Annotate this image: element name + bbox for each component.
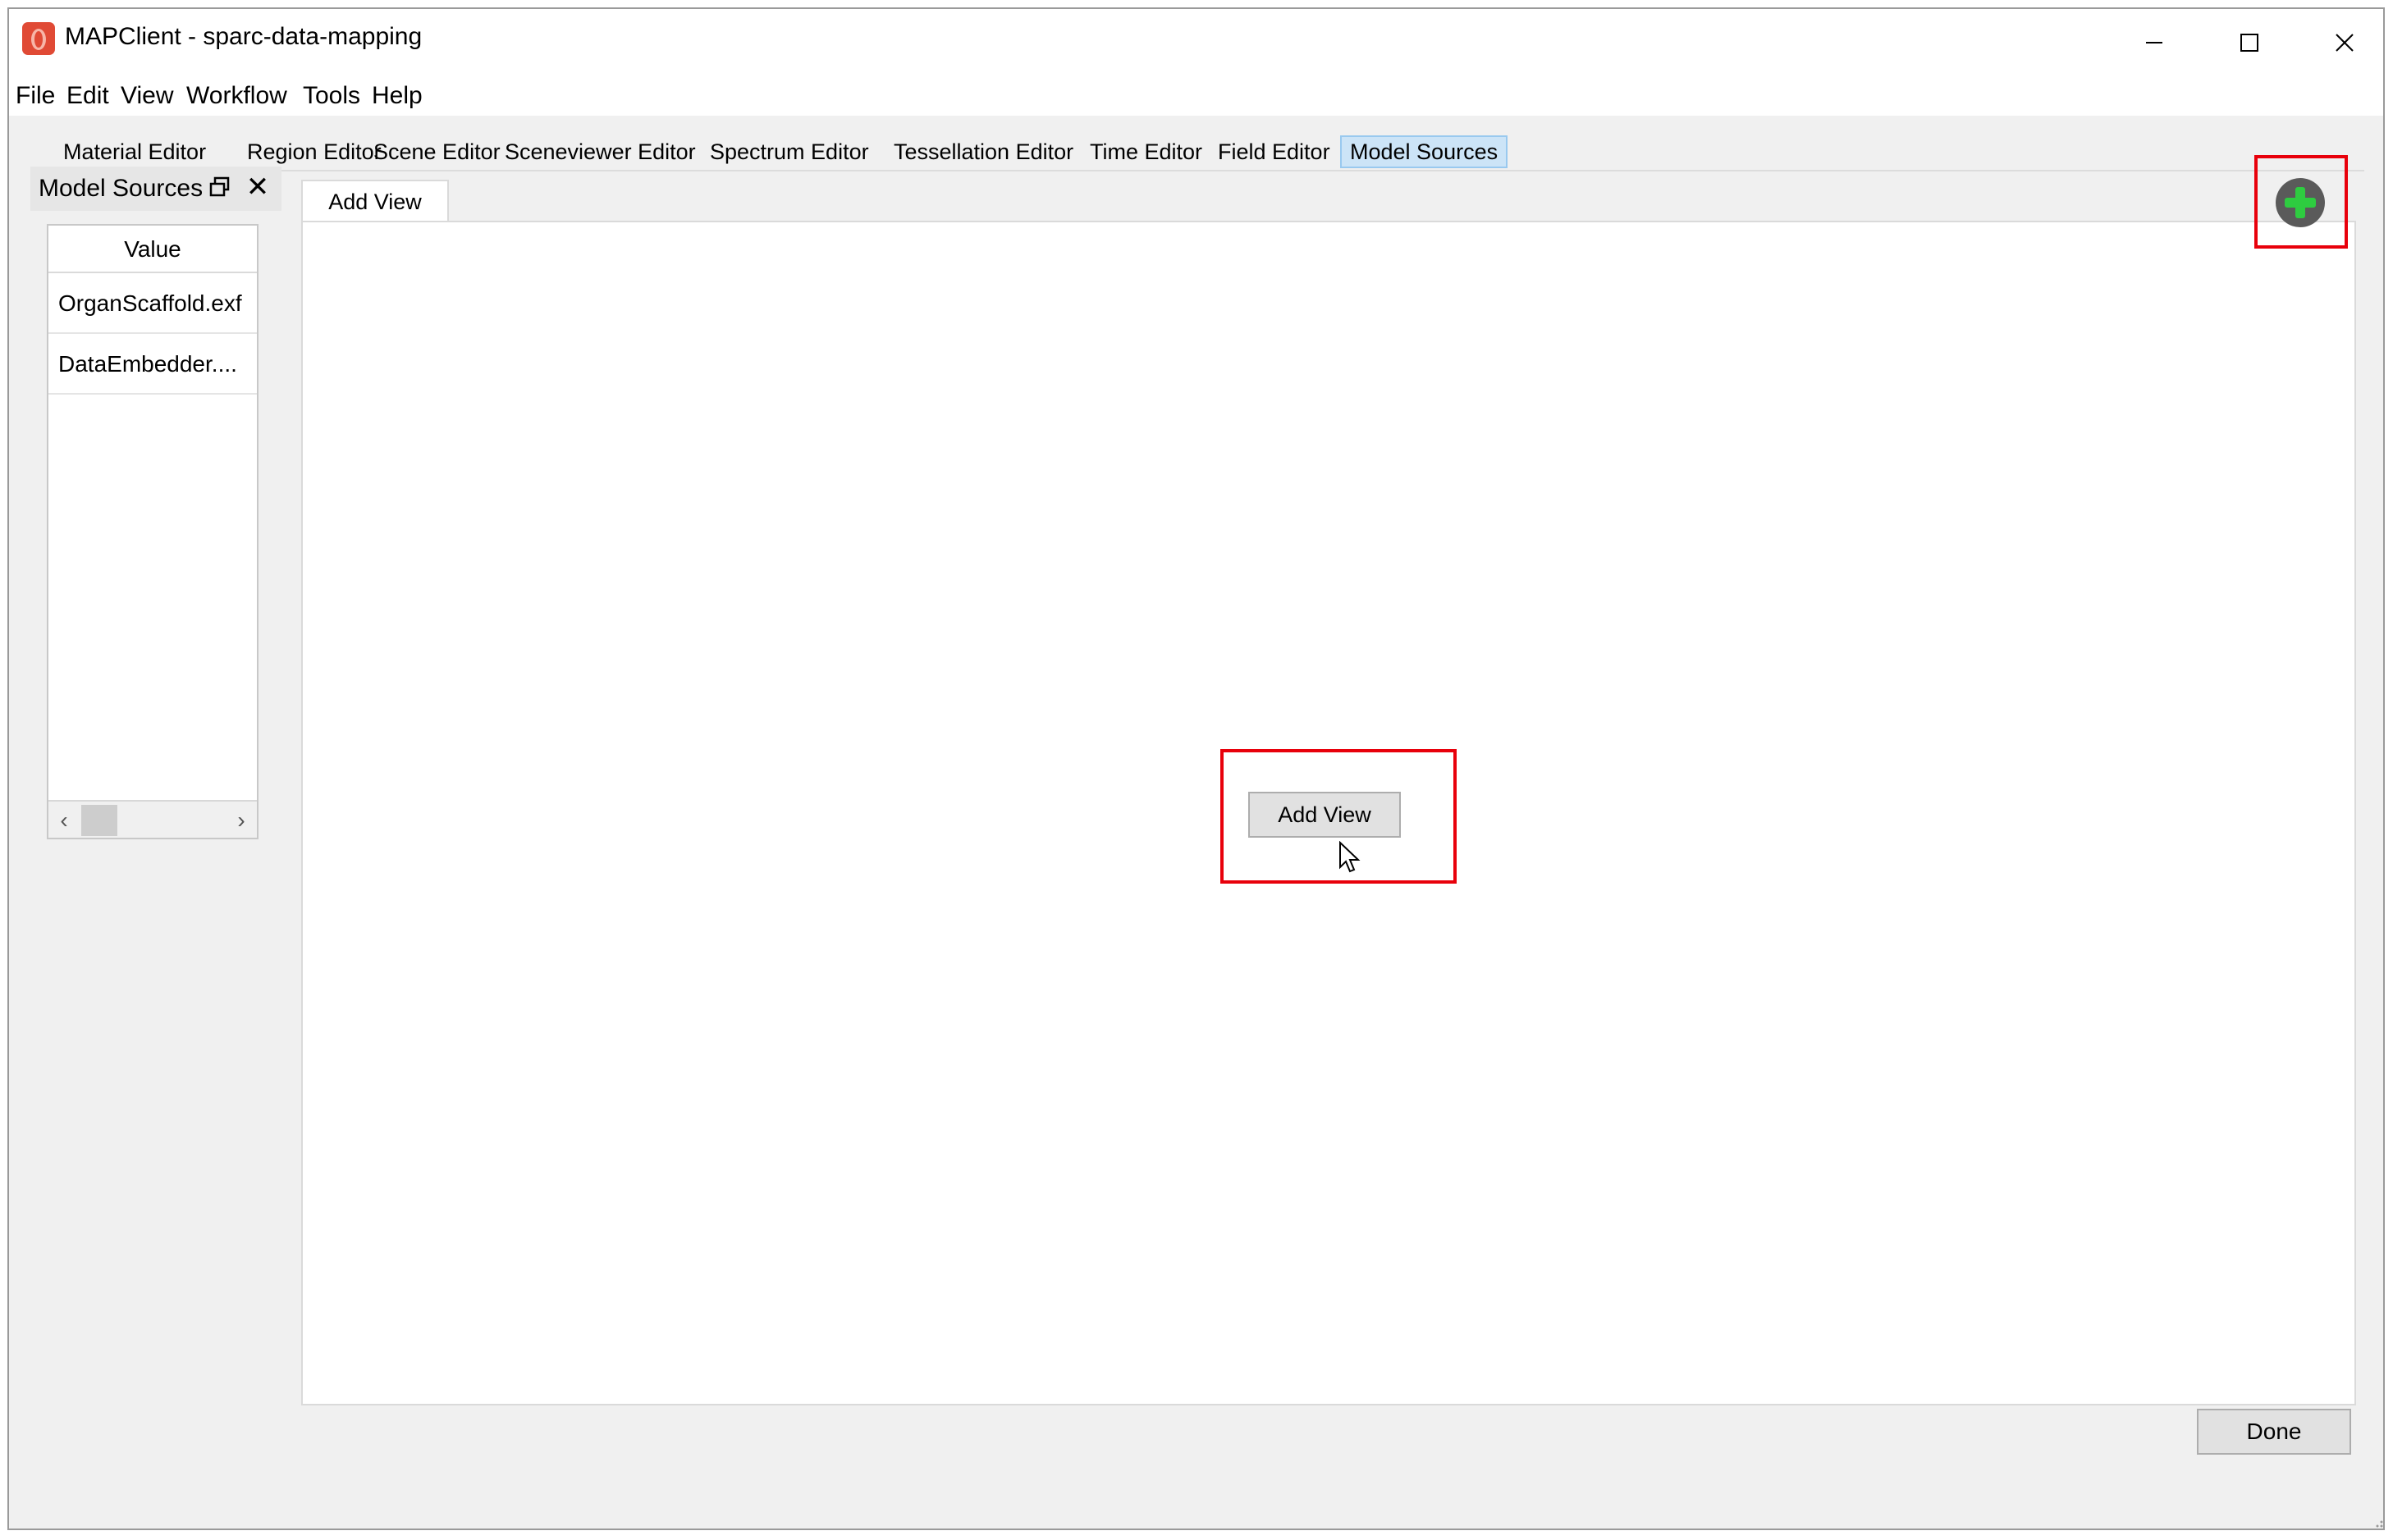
menu-edit[interactable]: Edit <box>66 76 109 116</box>
menu-tools[interactable]: Tools <box>303 76 360 116</box>
tab-model-sources[interactable]: Model Sources <box>1340 135 1508 168</box>
window-title: MAPClient - sparc-data-mapping <box>65 23 423 50</box>
menu-view[interactable]: View <box>121 76 173 116</box>
model-sources-table: Value OrganScaffold.exf DataEmbedder....… <box>47 224 259 839</box>
editor-tab-strip: Material Editor Region Editor Scene Edit… <box>34 132 2364 171</box>
tab-tessellation-editor[interactable]: Tessellation Editor <box>885 135 1082 168</box>
menu-workflow[interactable]: Workflow <box>186 76 287 116</box>
add-view-button[interactable]: Add View <box>1248 792 1401 838</box>
maximize-button[interactable] <box>2202 9 2297 76</box>
tab-spectrum-editor[interactable]: Spectrum Editor <box>702 135 877 168</box>
tab-scene-editor[interactable]: Scene Editor <box>365 135 509 168</box>
table-row[interactable]: DataEmbedder.... <box>48 334 257 395</box>
scroll-right-arrow[interactable]: › <box>227 805 255 836</box>
done-button[interactable]: Done <box>2197 1409 2351 1455</box>
scroll-thumb[interactable] <box>81 805 117 836</box>
float-window-icon[interactable] <box>208 175 232 199</box>
dock-title: Model Sources <box>39 175 204 202</box>
add-view-pane: Add View <box>301 221 2356 1405</box>
menu-file[interactable]: File <box>16 76 55 116</box>
mouse-cursor-icon <box>1339 841 1361 873</box>
green-plus-icon <box>2277 180 2323 226</box>
menu-help[interactable]: Help <box>372 76 423 116</box>
tab-sceneviewer-editor[interactable]: Sceneviewer Editor <box>496 135 704 168</box>
table-row[interactable]: OrganScaffold.exf <box>48 273 257 334</box>
menu-bar: File Edit View Workflow Tools Help <box>9 76 2383 116</box>
table-header-value[interactable]: Value <box>48 226 257 273</box>
minimize-button[interactable] <box>2107 9 2202 76</box>
tab-material-editor[interactable]: Material Editor <box>55 135 214 168</box>
add-view-plus-button[interactable] <box>2276 178 2325 227</box>
scroll-left-arrow[interactable]: ‹ <box>50 805 78 836</box>
horizontal-scrollbar[interactable]: ‹ › <box>48 800 257 838</box>
main-window: MAPClient - sparc-data-mapping File Edit… <box>7 7 2385 1530</box>
dock-title-bar[interactable]: Model Sources ✕ <box>30 167 281 211</box>
resize-grip-icon[interactable] <box>2371 1515 2384 1529</box>
minimize-icon <box>2146 42 2162 43</box>
tab-field-editor[interactable]: Field Editor <box>1210 135 1338 168</box>
close-window-button[interactable] <box>2297 9 2392 76</box>
title-bar[interactable]: MAPClient - sparc-data-mapping <box>9 9 2383 76</box>
tab-time-editor[interactable]: Time Editor <box>1082 135 1210 168</box>
close-icon <box>2336 34 2354 52</box>
mapclient-app-icon <box>22 22 55 55</box>
tab-add-view[interactable]: Add View <box>301 180 449 222</box>
dock-close-button[interactable]: ✕ <box>244 171 272 203</box>
maximize-icon <box>2240 34 2258 52</box>
